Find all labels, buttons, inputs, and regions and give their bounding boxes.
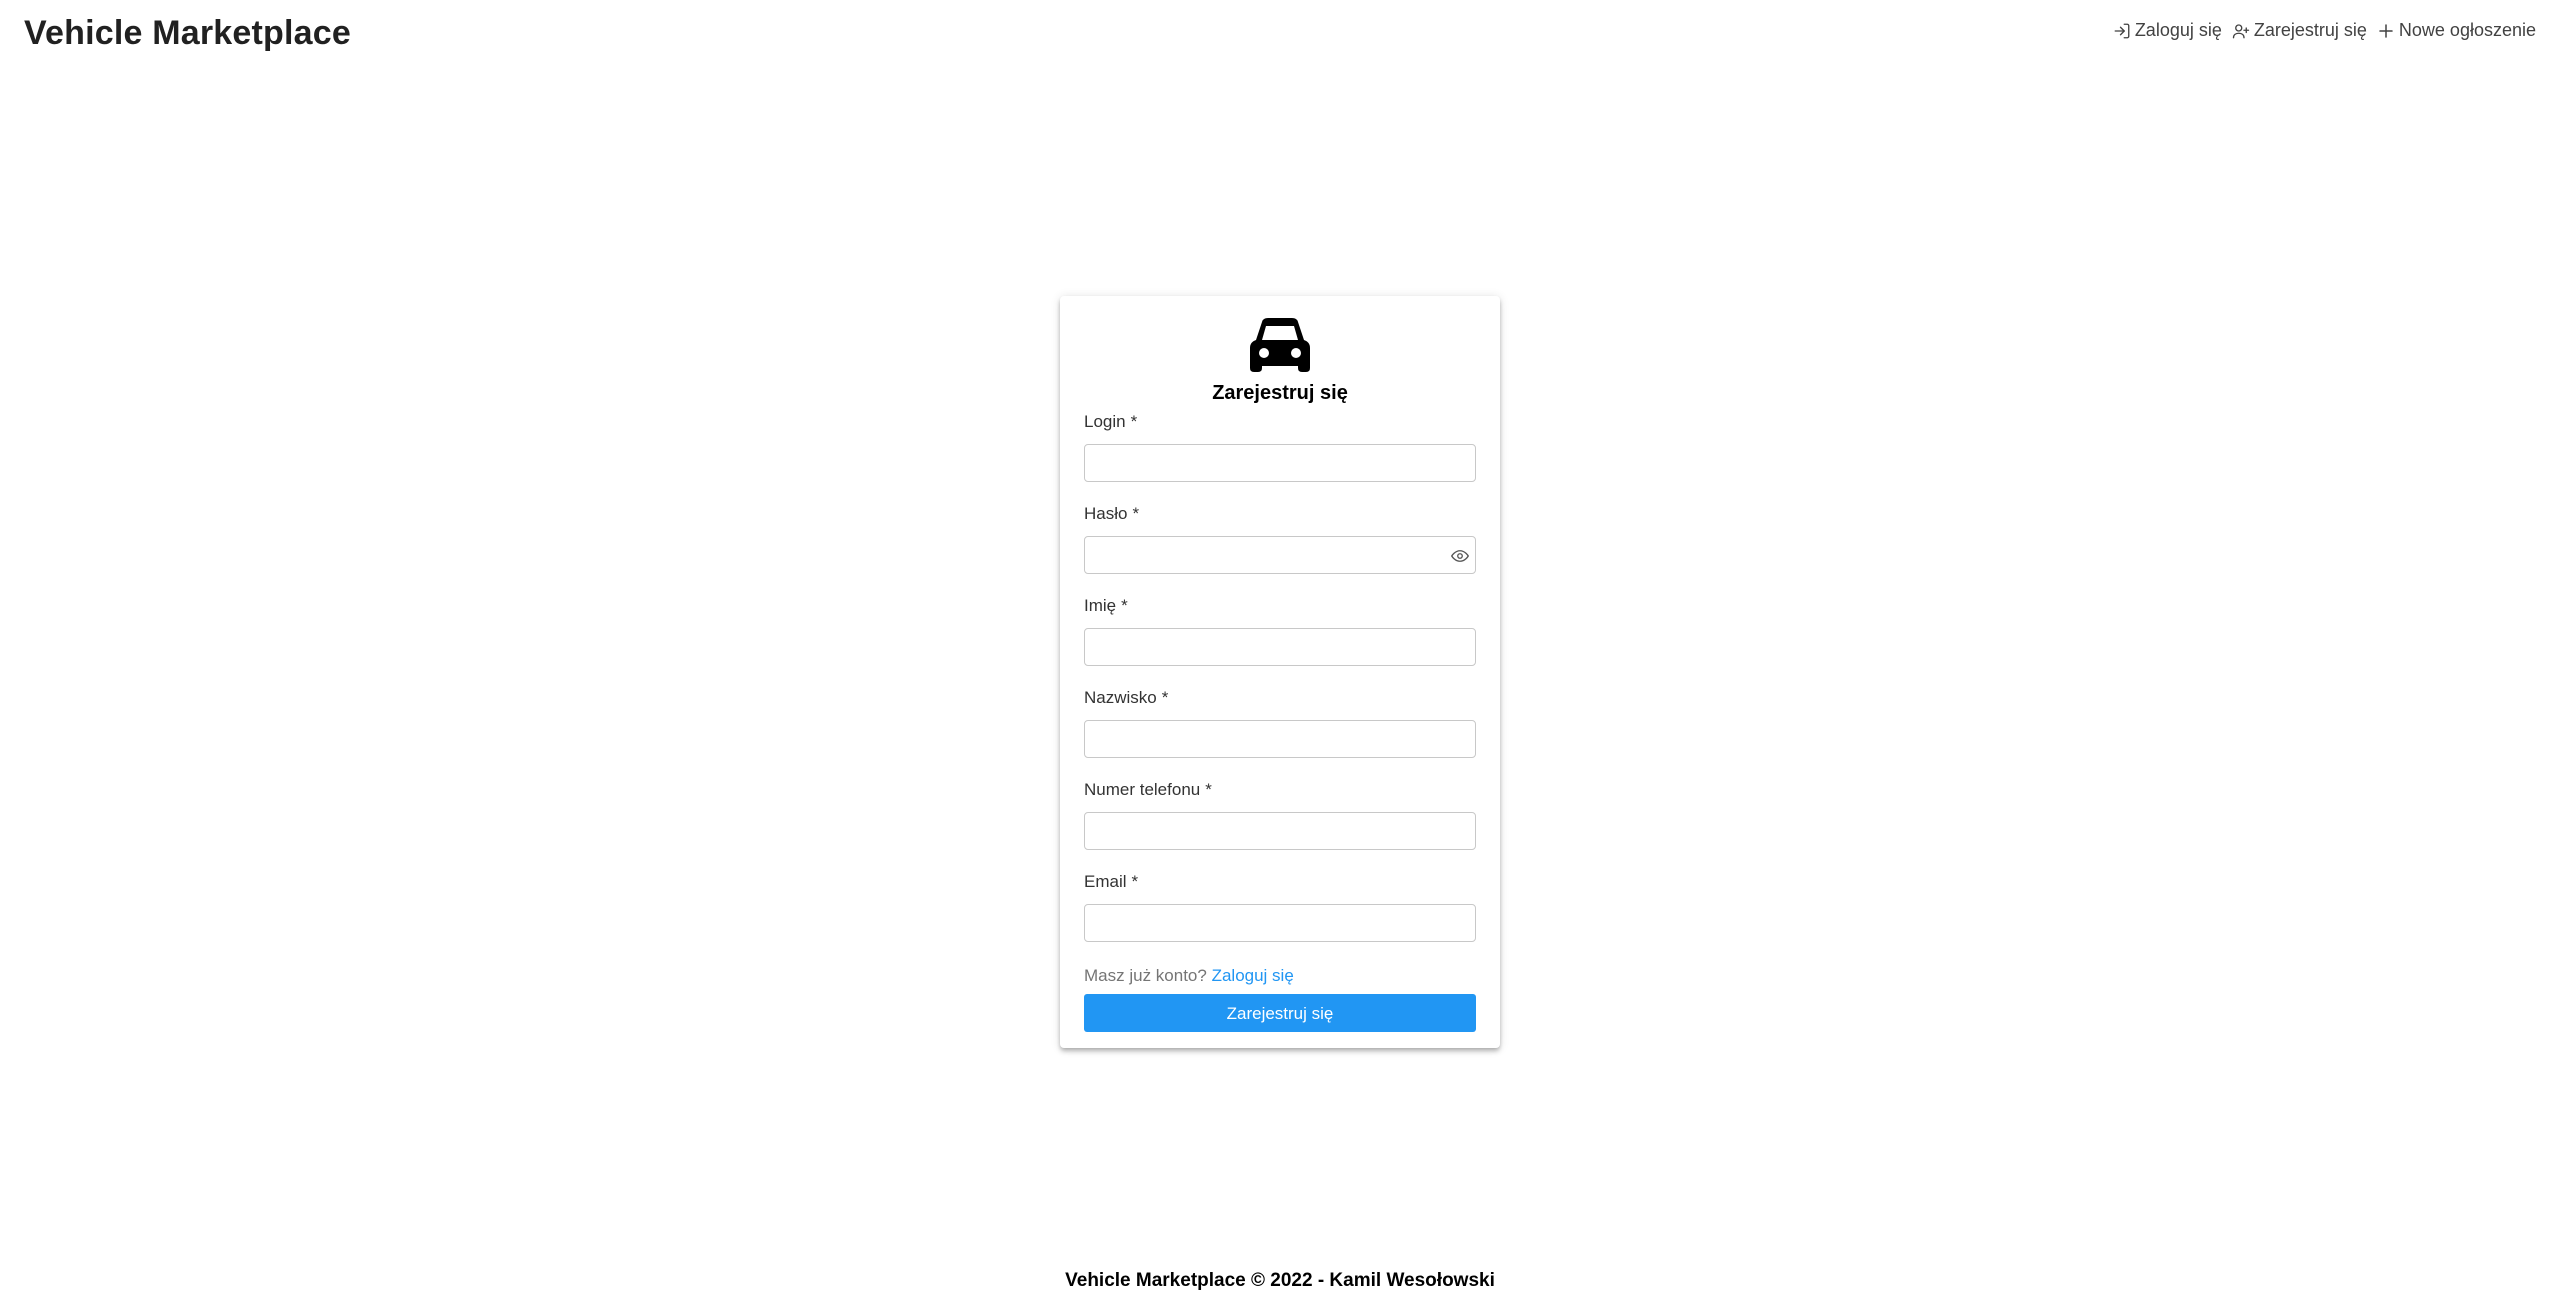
password-field-group: Hasło *: [1084, 502, 1476, 574]
email-field-group: Email *: [1084, 870, 1476, 942]
required-marker: *: [1132, 504, 1140, 523]
login-input-box: [1084, 444, 1476, 482]
password-input[interactable]: [1085, 537, 1475, 573]
nav-login-label: Zaloguj się: [2134, 20, 2222, 40]
first-name-input-box: [1084, 628, 1476, 666]
nav-new-listing-link[interactable]: Nowe ogłoszenie: [2377, 20, 2536, 41]
register-card: Zarejestruj się Login * Hasło * Imię * Nazw…: [1060, 296, 1500, 1048]
required-marker: *: [1130, 412, 1138, 431]
last-name-input[interactable]: [1085, 721, 1475, 757]
phone-input-box: [1084, 812, 1476, 850]
required-marker: *: [1161, 688, 1169, 707]
last-name-input-box: [1084, 720, 1476, 758]
phone-input[interactable]: [1085, 813, 1475, 849]
email-input[interactable]: [1085, 905, 1475, 941]
footer-text: Vehicle Marketplace © 2022 - Kamil Wesoł…: [1065, 1270, 1495, 1291]
password-input-box: [1084, 536, 1476, 574]
first-name-label: Imię *: [1084, 596, 1128, 615]
phone-field-group: Numer telefonu *: [1084, 778, 1476, 850]
login-field-group: Login *: [1084, 410, 1476, 482]
nav-new-listing-label: Nowe ogłoszenie: [2398, 20, 2536, 40]
form-title: Zarejestruj się: [1212, 382, 1348, 404]
required-marker: *: [1121, 596, 1128, 615]
nav-register-link[interactable]: Zarejestruj się: [2232, 20, 2367, 41]
nav-register-label: Zarejestruj się: [2253, 20, 2367, 40]
last-name-label: Nazwisko *: [1084, 688, 1169, 707]
already-have-account: Masz już konto? Zaloguj się: [1084, 966, 1294, 986]
email-input-box: [1084, 904, 1476, 942]
nav-login-link[interactable]: Zaloguj się: [2113, 20, 2222, 41]
required-marker: *: [1205, 780, 1212, 799]
user-plus-icon: [2232, 22, 2250, 40]
car-icon: [1248, 316, 1312, 376]
login-link[interactable]: Zaloguj się: [1212, 966, 1294, 985]
email-label: Email *: [1084, 872, 1139, 891]
login-icon: [2113, 22, 2131, 40]
login-label: Login *: [1084, 412, 1138, 431]
top-bar: Vehicle Marketplace Zaloguj się Zarejest…: [0, 0, 2560, 72]
required-marker: *: [1131, 872, 1139, 891]
password-label: Hasło *: [1084, 504, 1140, 523]
first-name-field-group: Imię *: [1084, 594, 1476, 666]
last-name-field-group: Nazwisko *: [1084, 686, 1476, 758]
eye-icon[interactable]: [1450, 547, 1470, 565]
first-name-input[interactable]: [1085, 629, 1475, 665]
top-nav: Zaloguj się Zarejestruj się Nowe ogłosze…: [2113, 20, 2536, 41]
brand-title[interactable]: Vehicle Marketplace: [24, 14, 351, 53]
phone-label: Numer telefonu *: [1084, 780, 1212, 799]
login-input[interactable]: [1085, 445, 1475, 481]
plus-icon: [2377, 22, 2395, 40]
register-button[interactable]: Zarejestruj się: [1084, 994, 1476, 1032]
already-have-account-text: Masz już konto?: [1084, 966, 1207, 985]
